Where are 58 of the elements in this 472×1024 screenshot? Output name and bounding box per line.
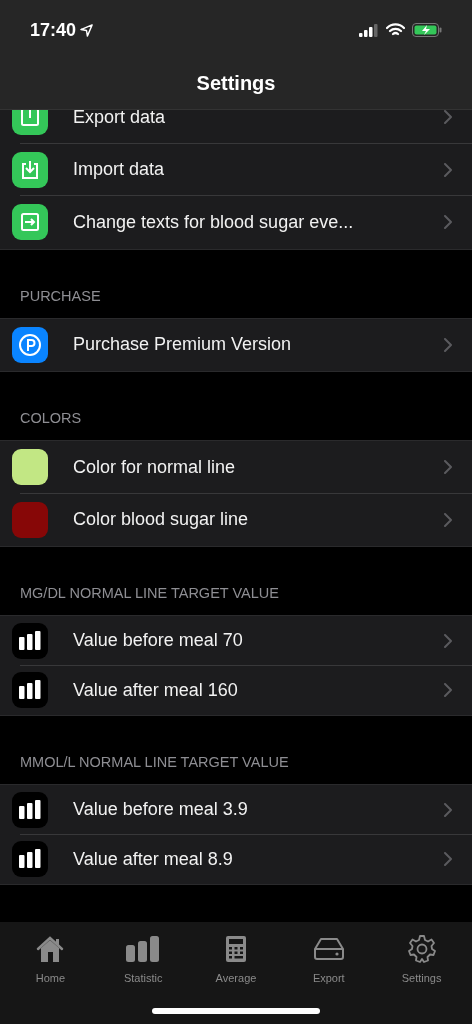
row-label: Value after meal 8.9 — [73, 847, 234, 871]
bar-chart-icon — [12, 672, 48, 709]
section-header: PURCHASE — [20, 286, 101, 306]
section-header: MMOL/L NORMAL LINE TARGET VALUE — [20, 753, 289, 773]
section-header: COLORS — [20, 409, 82, 429]
settings-row[interactable]: Value after meal 8.9 — [0, 834, 472, 884]
arrow-box-icon — [12, 204, 48, 241]
bar-chart-icon — [12, 841, 48, 878]
chevron-icon — [444, 215, 452, 230]
row-label: Import data — [73, 158, 166, 182]
chevron-icon — [444, 683, 452, 698]
tab-bar-item[interactable]: Home — [10, 934, 91, 987]
settings-row[interactable]: Export data — [0, 110, 472, 144]
import-icon — [12, 151, 48, 188]
chevron-icon — [444, 460, 452, 475]
coin-icon — [12, 326, 48, 363]
chevron-icon — [444, 633, 452, 648]
calculator-icon — [226, 936, 246, 962]
signal-icon — [359, 23, 379, 37]
settings-row[interactable]: Import data — [0, 143, 472, 196]
row-label: Value before meal 3.9 — [73, 798, 249, 822]
settings-row[interactable]: Color blood sugar line — [0, 493, 472, 546]
settings-icon — [407, 935, 436, 963]
row-label: Export data — [73, 110, 167, 129]
row-label: Color blood sugar line — [73, 508, 250, 532]
chevron-icon — [444, 337, 452, 352]
settings-row[interactable]: Value before meal 3.9 — [0, 785, 472, 835]
settings-row[interactable]: Value before meal 70 — [0, 616, 472, 666]
bar-chart-icon — [12, 622, 48, 659]
drive-icon — [312, 937, 345, 961]
tab-bar-item[interactable]: Export — [288, 934, 369, 987]
status-time: 17:40 — [30, 18, 77, 42]
settings-row[interactable]: Value after meal 160 — [0, 665, 472, 715]
settings-row[interactable]: Purchase Premium Version — [0, 318, 472, 371]
bar-chart-icon — [126, 936, 161, 962]
tab-bar-item[interactable]: Settings — [381, 934, 462, 987]
row-label: Purchase Premium Version — [73, 333, 293, 357]
bar-chart-icon — [12, 791, 48, 828]
wifi-icon — [386, 23, 405, 37]
tab-bar-item[interactable]: Average — [196, 934, 276, 987]
row-label: Change texts for blood sugar eve... — [73, 210, 355, 234]
settings-row[interactable]: Color for normal line — [0, 441, 472, 494]
chevron-icon — [444, 110, 452, 125]
location-arrow-icon — [80, 23, 94, 37]
row-label: Value before meal 70 — [73, 629, 244, 653]
settings-row[interactable]: Change texts for blood sugar eve... — [0, 196, 472, 249]
chevron-icon — [444, 512, 452, 527]
window-title: Settings — [196, 70, 276, 96]
chevron-icon — [444, 802, 452, 817]
export-icon — [12, 110, 48, 136]
tab-bar-item[interactable]: Statistic — [103, 934, 184, 987]
chevron-icon — [444, 852, 452, 867]
row-label: Color for normal line — [73, 455, 237, 479]
section-header: MG/DL NORMAL LINE TARGET VALUE — [20, 584, 279, 604]
home-icon — [35, 935, 66, 963]
chevron-icon — [444, 162, 452, 177]
row-label: Value after meal 160 — [73, 678, 239, 702]
battery-icon — [412, 23, 442, 37]
